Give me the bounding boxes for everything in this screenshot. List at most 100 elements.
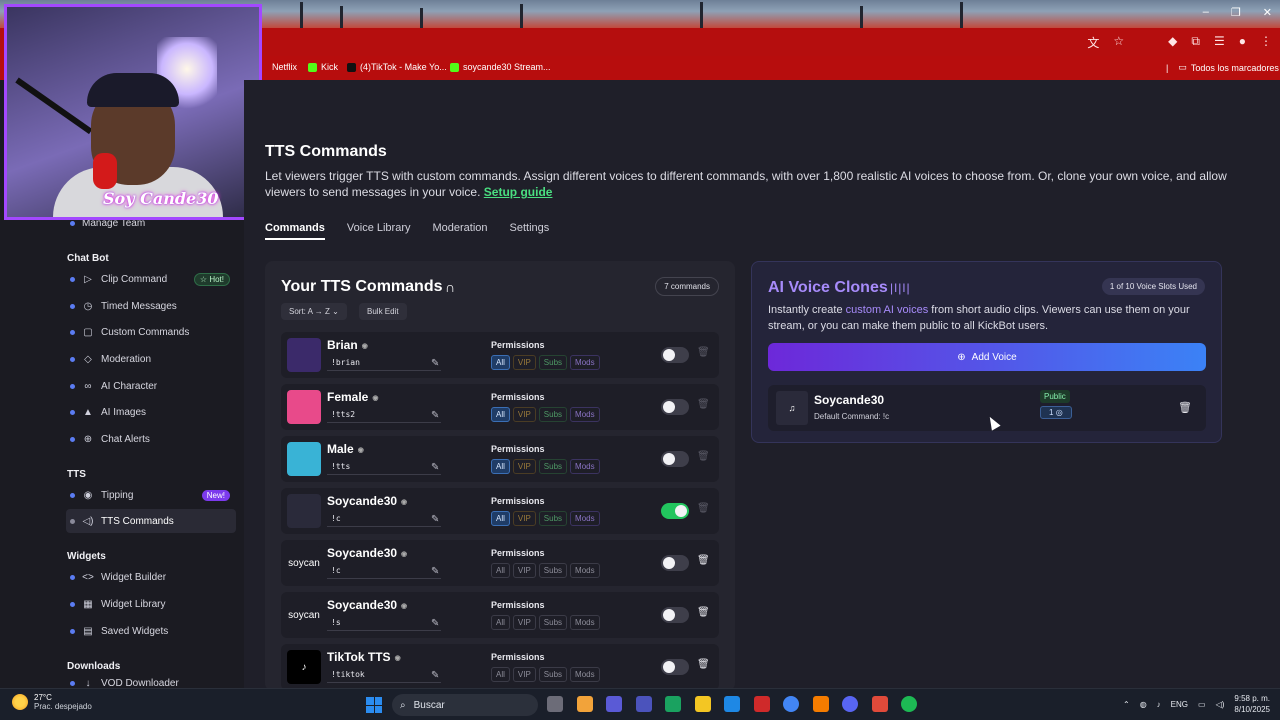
translate-icon[interactable]: 文 bbox=[1087, 34, 1099, 51]
enable-toggle[interactable] bbox=[661, 347, 689, 363]
star-icon[interactable]: ☆ bbox=[1113, 34, 1124, 51]
delete-icon[interactable]: 🗑 bbox=[697, 607, 710, 618]
bookmark-tiktok[interactable]: (4)TikTok - Make Yo... bbox=[347, 62, 447, 72]
delete-icon[interactable]: 🗑 bbox=[697, 503, 710, 514]
custom-ai-voices-link[interactable]: custom AI voices bbox=[846, 304, 929, 316]
enable-toggle[interactable] bbox=[661, 607, 689, 623]
permission-subs[interactable]: Subs bbox=[538, 511, 568, 526]
sidebar-item-tts-commands[interactable]: ◁) TTS Commands bbox=[66, 509, 236, 533]
menu-kebab-icon[interactable]: ⋮ bbox=[1260, 34, 1272, 51]
store-icon[interactable] bbox=[665, 696, 681, 712]
edit-pencil-icon[interactable]: ✎ bbox=[431, 410, 439, 421]
opera-icon[interactable] bbox=[753, 696, 770, 712]
enable-toggle[interactable] bbox=[661, 659, 689, 675]
bookmark-all-bookmarks[interactable]: | ▭ Todos los marcadores bbox=[1166, 62, 1279, 73]
sidebar-item-chat-alerts[interactable]: ⊕ Chat Alerts bbox=[66, 427, 236, 451]
clock[interactable]: 9:58 p. m. 8/10/2025 bbox=[1234, 693, 1270, 715]
permission-all[interactable]: All bbox=[491, 563, 510, 578]
permission-mods[interactable]: Mods bbox=[570, 407, 600, 422]
chrome-icon[interactable] bbox=[783, 696, 799, 712]
add-voice-button[interactable]: ⊕ Add Voice bbox=[768, 343, 1206, 371]
display-icon[interactable]: ▭ bbox=[1198, 700, 1206, 709]
permission-subs[interactable]: Subs bbox=[538, 355, 568, 370]
mic-icon[interactable]: ♪ bbox=[1157, 700, 1161, 709]
sidebar-item-saved-widgets[interactable]: ▤ Saved Widgets bbox=[66, 619, 236, 643]
enable-toggle[interactable] bbox=[661, 503, 689, 519]
permission-vip[interactable]: VIP bbox=[512, 511, 536, 526]
bulk-edit-button[interactable]: Bulk Edit bbox=[359, 303, 407, 320]
permission-vip[interactable]: VIP bbox=[512, 615, 536, 630]
tab-moderation[interactable]: Moderation bbox=[433, 222, 488, 240]
command-trigger-input[interactable]: !c bbox=[327, 563, 441, 579]
edit-pencil-icon[interactable]: ✎ bbox=[431, 358, 439, 369]
permission-mods[interactable]: Mods bbox=[570, 563, 600, 578]
bookmark-netflix[interactable]: Netflix bbox=[272, 62, 297, 72]
bookmark-soycande30-stream[interactable]: soycande30 Stream... bbox=[450, 62, 551, 72]
permission-all[interactable]: All bbox=[491, 355, 510, 370]
edit-pencil-icon[interactable]: ✎ bbox=[431, 462, 439, 473]
sidebar-item-widget-library[interactable]: ▦ Widget Library bbox=[66, 592, 236, 616]
delete-icon[interactable]: 🗑 bbox=[697, 347, 710, 358]
edge-icon[interactable] bbox=[724, 696, 740, 712]
sidebar-item-custom-commands[interactable]: ▢ Custom Commands bbox=[66, 320, 236, 344]
command-trigger-input[interactable]: !s bbox=[327, 615, 441, 631]
permission-vip[interactable]: VIP bbox=[512, 355, 536, 370]
tab-voice-library[interactable]: Voice Library bbox=[347, 222, 411, 240]
network-icon[interactable]: ◍ bbox=[1140, 700, 1147, 709]
permission-all[interactable]: All bbox=[491, 511, 510, 526]
copilot-icon[interactable] bbox=[576, 696, 593, 712]
maximize-button[interactable]: ❐ bbox=[1231, 6, 1241, 19]
extension-diamond-icon[interactable]: ◆ bbox=[1168, 34, 1177, 51]
sidebar-item-ai-images[interactable]: ▲ AI Images bbox=[66, 400, 236, 424]
permission-mods[interactable]: Mods bbox=[570, 511, 600, 526]
edit-pencil-icon[interactable]: ✎ bbox=[431, 670, 439, 681]
puzzle-icon[interactable]: ⧉ bbox=[1191, 34, 1200, 51]
language-indicator[interactable]: ENG bbox=[1171, 700, 1188, 709]
permission-subs[interactable]: Subs bbox=[538, 667, 568, 682]
permission-mods[interactable]: Mods bbox=[570, 355, 600, 370]
permission-all[interactable]: All bbox=[491, 667, 510, 682]
command-trigger-input[interactable]: !tts bbox=[327, 459, 441, 475]
chevron-up-icon[interactable]: ⌃ bbox=[1123, 700, 1130, 709]
app-icon[interactable] bbox=[812, 696, 829, 712]
spotify-icon[interactable] bbox=[901, 696, 917, 712]
enable-toggle[interactable] bbox=[661, 399, 689, 415]
delete-icon[interactable]: 🗑 bbox=[697, 451, 710, 462]
close-button[interactable]: ✕ bbox=[1263, 6, 1272, 19]
permission-subs[interactable]: Subs bbox=[538, 407, 568, 422]
edit-pencil-icon[interactable]: ✎ bbox=[431, 566, 439, 577]
permission-vip[interactable]: VIP bbox=[512, 459, 536, 474]
sidebar-item-moderation[interactable]: ◇ Moderation bbox=[66, 347, 236, 371]
weather-widget[interactable]: 27°C Prac. despejado bbox=[12, 693, 92, 711]
sidebar-item-timed-messages[interactable]: ◷ Timed Messages bbox=[66, 294, 236, 318]
app-icon[interactable] bbox=[871, 696, 888, 712]
command-trigger-input[interactable]: !tiktok bbox=[327, 667, 441, 683]
command-trigger-input[interactable]: !c bbox=[327, 511, 441, 527]
permission-subs[interactable]: Subs bbox=[538, 563, 568, 578]
task-view-icon[interactable] bbox=[547, 696, 563, 712]
tab-commands[interactable]: Commands bbox=[265, 222, 325, 240]
command-trigger-input[interactable]: !tts2 bbox=[327, 407, 441, 423]
profile-avatar-icon[interactable]: ● bbox=[1239, 34, 1246, 51]
sidebar-item-ai-character[interactable]: ∞ AI Character bbox=[66, 374, 236, 398]
delete-icon[interactable]: 🗑 bbox=[697, 399, 710, 410]
permission-subs[interactable]: Subs bbox=[538, 615, 568, 630]
permission-all[interactable]: All bbox=[491, 615, 510, 630]
delete-voice-icon[interactable]: 🗑 bbox=[1178, 401, 1192, 414]
permission-subs[interactable]: Subs bbox=[538, 459, 568, 474]
setup-guide-link[interactable]: Setup guide bbox=[484, 185, 553, 199]
permission-vip[interactable]: VIP bbox=[512, 407, 536, 422]
volume-icon[interactable]: ◁) bbox=[1216, 700, 1225, 709]
minimize-button[interactable]: – bbox=[1203, 6, 1209, 19]
enable-toggle[interactable] bbox=[661, 451, 689, 467]
taskbar-search[interactable]: ⌕ Buscar bbox=[392, 694, 538, 716]
public-badge[interactable]: Public bbox=[1040, 390, 1070, 403]
permission-all[interactable]: All bbox=[491, 407, 510, 422]
command-trigger-input[interactable]: !brian bbox=[327, 355, 441, 371]
windows-start-icon[interactable] bbox=[366, 697, 382, 713]
app-icon[interactable] bbox=[606, 696, 622, 712]
sidebar-item-tipping[interactable]: ◉ Tipping New! bbox=[66, 483, 236, 507]
sidebar-item-widget-builder[interactable]: <> Widget Builder bbox=[66, 565, 236, 589]
edit-pencil-icon[interactable]: ✎ bbox=[431, 618, 439, 629]
bookmark-kick[interactable]: Kick bbox=[308, 62, 338, 72]
